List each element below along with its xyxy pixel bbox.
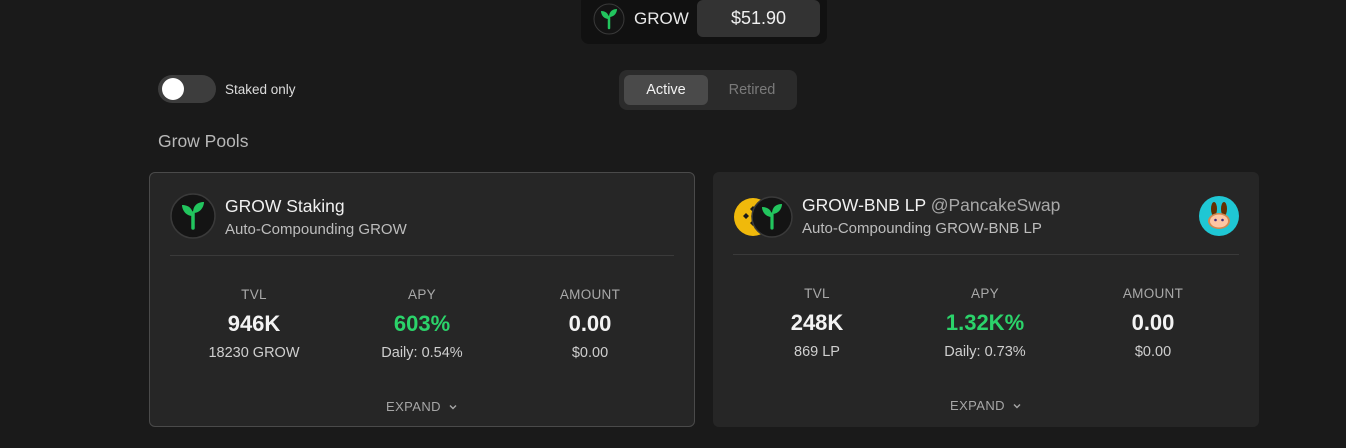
tab-retired[interactable]: Retired: [711, 75, 793, 105]
apy-stat: APY 603% Daily: 0.54%: [342, 287, 502, 361]
grow-price-widget: GROW $51.90: [581, 0, 827, 44]
pool-status-tabs: Active Retired: [619, 70, 797, 110]
staked-only-toggle[interactable]: [158, 75, 216, 103]
amount-value: 0.00: [1131, 310, 1175, 335]
token-price: $51.90: [697, 0, 820, 37]
staked-only-label: Staked only: [225, 82, 296, 97]
apy-daily: Daily: 0.54%: [381, 345, 463, 361]
divider: [733, 254, 1239, 255]
amount-stat: AMOUNT 0.00 $0.00: [510, 287, 670, 361]
pool-subtitle: Auto-Compounding GROW-BNB LP: [802, 220, 1042, 237]
amount-value: 0.00: [568, 311, 612, 336]
amount-stat: AMOUNT 0.00 $0.00: [1073, 286, 1233, 360]
sprout-icon: [751, 196, 793, 238]
section-title: Grow Pools: [158, 131, 249, 151]
pool-card-grow-bnb-lp[interactable]: GROW-BNB LP @PancakeSwap Auto-Compoundin…: [713, 172, 1259, 427]
tab-active[interactable]: Active: [624, 75, 708, 105]
tvl-sub: 869 LP: [794, 344, 840, 360]
amount-label: AMOUNT: [559, 287, 621, 302]
amount-usd: $0.00: [571, 345, 609, 361]
expand-label: EXPAND: [386, 399, 441, 414]
expand-button[interactable]: EXPAND: [713, 398, 1259, 414]
pancake-bunny-icon: [1199, 196, 1239, 241]
expand-label: EXPAND: [950, 398, 1005, 413]
tvl-sub: 18230 GROW: [208, 345, 300, 361]
toggle-knob: [162, 78, 184, 100]
token-symbol: GROW: [634, 9, 689, 28]
apy-daily: Daily: 0.73%: [944, 344, 1026, 360]
divider: [170, 255, 674, 256]
chevron-down-icon: [448, 400, 458, 415]
apy-value: 603%: [393, 311, 451, 336]
pool-partner: @PancakeSwap: [930, 195, 1061, 215]
apy-stat: APY 1.32K% Daily: 0.73%: [905, 286, 1065, 360]
pool-title: GROW Staking: [225, 196, 345, 217]
tvl-value: 946K: [227, 311, 281, 336]
chevron-down-icon: [1012, 399, 1022, 414]
lp-token-pair: [733, 196, 793, 238]
pool-card-grow-staking[interactable]: GROW Staking Auto-Compounding GROW TVL 9…: [149, 172, 695, 427]
tvl-stat: TVL 946K 18230 GROW: [174, 287, 334, 361]
tvl-stat: TVL 248K 869 LP: [737, 286, 897, 360]
sprout-icon: [593, 3, 625, 40]
apy-value: 1.32K%: [945, 310, 1025, 335]
pool-title-text: GROW-BNB LP: [802, 195, 926, 215]
pool-title: GROW-BNB LP @PancakeSwap: [802, 195, 1060, 216]
apy-label: APY: [971, 286, 999, 301]
tvl-label: TVL: [241, 287, 267, 302]
pool-title-text: GROW Staking: [225, 196, 345, 216]
amount-usd: $0.00: [1134, 344, 1172, 360]
amount-label: AMOUNT: [1122, 286, 1184, 301]
apy-label: APY: [408, 287, 436, 302]
tvl-value: 248K: [790, 310, 844, 335]
sprout-icon: [170, 193, 216, 244]
tvl-label: TVL: [804, 286, 830, 301]
pool-subtitle: Auto-Compounding GROW: [225, 221, 407, 238]
expand-button[interactable]: EXPAND: [150, 399, 694, 415]
